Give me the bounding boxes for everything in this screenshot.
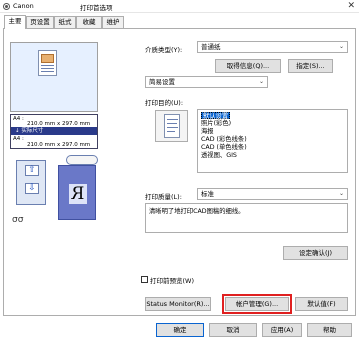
preview-line xyxy=(41,65,54,66)
window-title: 打印首选项 xyxy=(80,4,113,12)
help-button[interactable]: 帮助 xyxy=(307,323,352,337)
tray-icon: ⇧ ⇩ xyxy=(16,160,46,205)
paper-size-info: A4 : 210.0 mm x 297.0 mm ↓ 实际尺寸 A4 : 210… xyxy=(10,114,98,149)
tab-layout[interactable]: 纸式 xyxy=(54,16,76,28)
settings-mode-value: 简易设置 xyxy=(149,78,175,86)
list-item-poster[interactable]: 海报 xyxy=(201,128,214,135)
list-item-cad-color[interactable]: CAD (彩色线条) xyxy=(201,136,247,143)
print-preview-checkbox[interactable] xyxy=(141,276,148,283)
print-purpose-label: 打印目的(U): xyxy=(145,99,184,107)
size-label-1: A4 : xyxy=(13,116,24,122)
print-quality-select[interactable]: 标准 ⌄ xyxy=(197,188,348,200)
media-type-value: 普通纸 xyxy=(201,43,221,51)
tab-strip: 主要 页设置 纸式 收藏 维护 xyxy=(0,15,359,29)
preview-paper xyxy=(38,50,57,76)
list-item-gis[interactable]: 透视图、GIS xyxy=(201,152,237,159)
list-item-photo[interactable]: 照片(彩色) xyxy=(201,120,231,127)
media-type-select[interactable]: 普通纸 ⌄ xyxy=(197,41,348,53)
chevron-down-icon: ⌄ xyxy=(258,78,264,85)
specify-button[interactable]: 指定(S)... xyxy=(288,59,333,73)
chevron-down-icon: ⌄ xyxy=(338,190,344,197)
mirror-letter: R xyxy=(69,184,87,204)
arrow-up-icon: ⇧ xyxy=(25,165,39,176)
description-box: 清晰明了地打印CAD图稿的细线。 xyxy=(145,203,348,233)
list-item-cad-mono[interactable]: CAD (单色线条) xyxy=(201,144,247,151)
mirror-output-icon: R xyxy=(58,165,96,220)
document-icon xyxy=(164,114,180,138)
doc-line xyxy=(167,119,178,120)
defaults-button[interactable]: 默认值(F) xyxy=(295,297,348,311)
ok-button[interactable]: 确定 xyxy=(156,323,204,337)
preview-image-icon xyxy=(41,54,54,63)
doc-line xyxy=(167,131,175,132)
preview-line xyxy=(41,68,54,69)
window-brand: Canon xyxy=(13,2,34,10)
print-preview-label: 打印前预览(W) xyxy=(150,277,194,285)
status-monitor-button[interactable]: Status Monitor(R)... xyxy=(145,297,211,311)
canon-printer-icon xyxy=(3,3,10,10)
redacted-model-name xyxy=(37,3,79,10)
confirm-settings-button[interactable]: 设定确认(J) xyxy=(283,246,348,260)
page-preview xyxy=(10,42,98,112)
list-item-default[interactable]: 默认设置 xyxy=(201,112,231,120)
tab-page-setup[interactable]: 页设置 xyxy=(26,16,54,28)
size-label-2: A4 : xyxy=(13,136,24,142)
print-purpose-preview xyxy=(155,110,188,142)
tab-main[interactable]: 主要 xyxy=(4,15,26,29)
print-purpose-list[interactable]: 默认设置 照片(彩色) 海报 CAD (彩色线条) CAD (单色线条) 透视图… xyxy=(197,109,348,173)
title-bar: Canon 打印首选项 ✕ xyxy=(0,0,359,13)
feed-rollers-icon: σσ xyxy=(12,215,24,225)
apply-button[interactable]: 应用(A) xyxy=(262,323,302,337)
media-feed-illustration: ⇧ ⇩ R σσ xyxy=(10,155,100,237)
doc-line xyxy=(167,127,178,128)
actual-size-bar: ↓ 实际尺寸 xyxy=(11,127,97,135)
close-icon[interactable]: ✕ xyxy=(347,1,355,11)
description-text: 清晰明了地打印CAD图稿的细线。 xyxy=(149,208,245,215)
roll-paper-icon xyxy=(66,155,98,165)
media-type-label: 介质类型(Y): xyxy=(145,46,183,54)
get-info-button[interactable]: 取得信息(Q)... xyxy=(215,59,281,73)
account-management-button[interactable]: 帐户管理(G)... xyxy=(225,297,289,311)
print-quality-value: 标准 xyxy=(201,190,214,198)
chevron-down-icon: ⌄ xyxy=(338,43,344,50)
settings-mode-select[interactable]: 简易设置 ⌄ xyxy=(145,76,268,88)
doc-line xyxy=(167,123,177,124)
cancel-button[interactable]: 取消 xyxy=(209,323,257,337)
tab-maintenance[interactable]: 维护 xyxy=(102,16,124,28)
tab-favorites[interactable]: 收藏 xyxy=(76,16,102,28)
size-value-2: 210.0 mm x 297.0 mm xyxy=(27,142,91,148)
arrow-down-icon: ⇩ xyxy=(25,183,39,194)
print-quality-label: 打印质量(L): xyxy=(145,193,182,201)
preview-line xyxy=(41,71,54,72)
